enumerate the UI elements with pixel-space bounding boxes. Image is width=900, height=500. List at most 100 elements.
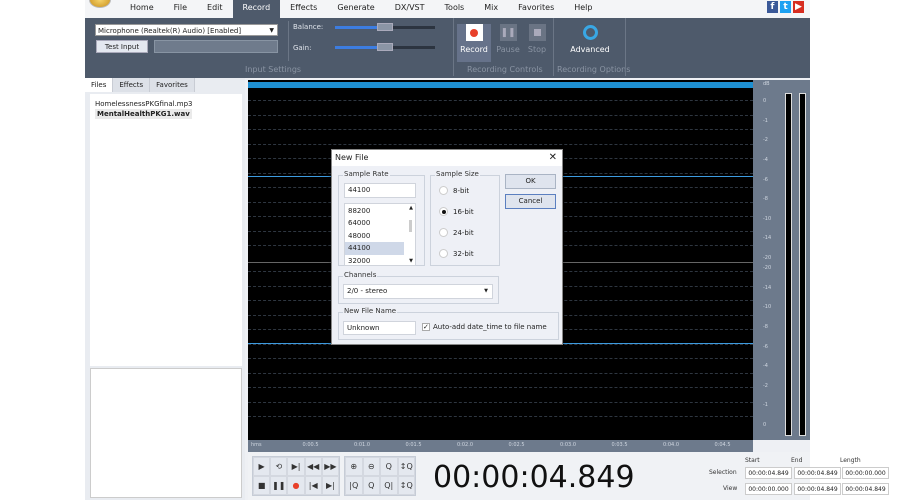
radio-24-bit[interactable]: 24-bit [439,228,474,237]
input-device-select[interactable]: Microphone (Realtek(R) Audio) [Enabled] ▼ [95,24,278,36]
zoom-selection-icon[interactable]: Q [380,457,398,476]
menu-generate[interactable]: Generate [327,0,384,18]
gain-slider[interactable] [335,43,435,51]
facebook-icon[interactable]: f [767,1,778,13]
close-icon[interactable]: ✕ [549,150,557,166]
stop-icon [528,24,546,41]
radio-circle[interactable] [439,186,448,195]
menu-mix[interactable]: Mix [474,0,508,18]
zoom-start-icon[interactable]: |Q [345,476,363,495]
advanced-button[interactable]: Advanced [565,24,615,62]
menu-dxvst[interactable]: DX/VST [385,0,435,18]
sample-rate-option[interactable]: 32000 [345,255,404,267]
radio-32-bit[interactable]: 32-bit [439,249,474,258]
test-input-button[interactable]: Test Input [96,40,148,53]
record-button[interactable]: Record [457,24,491,62]
scroll-up-icon[interactable]: ▲ [409,205,413,211]
zoom-in-icon[interactable]: ⊕ [345,457,363,476]
view-length-field[interactable]: 00:00:04.849 [842,483,889,495]
menu-edit[interactable]: Edit [197,0,233,18]
menu-tools[interactable]: Tools [435,0,475,18]
balance-slider[interactable] [335,23,435,31]
youtube-icon[interactable]: ▶ [793,1,804,13]
db-tick-label: -1 [763,117,768,124]
zoom-full-icon[interactable]: Q [362,476,380,495]
db-tick-label: -20 [763,265,772,271]
radio-8-bit[interactable]: 8-bit [439,186,469,195]
rewind-icon[interactable]: ◀◀ [304,457,322,476]
tab-files[interactable]: Files [85,78,114,92]
grid-line [248,114,753,116]
zoom-end-icon[interactable]: Q| [380,476,398,495]
scrollbar-thumb[interactable] [409,220,412,232]
grid-line [248,358,753,359]
loop-icon[interactable]: ⟲ [270,457,288,476]
divider [553,18,554,76]
file-item[interactable]: MentalHealthPKG1.wav [95,109,192,119]
gain-thumb[interactable] [377,43,393,51]
level-meter-right [799,93,806,436]
channels-select[interactable]: 2/0 - stereo ▼ [343,284,493,299]
menu-record[interactable]: Record [232,0,281,18]
stop-icon[interactable]: ■ [253,476,271,495]
divider [288,21,289,61]
sample-rate-option[interactable]: 88200 [345,205,404,217]
grid-line [248,372,753,374]
fast-forward-icon[interactable]: ▶▶ [321,457,339,476]
radio-16-bit[interactable]: 16-bit [439,207,474,216]
tab-favorites[interactable]: Favorites [150,78,195,92]
overview-scrollbar[interactable] [248,82,753,88]
sample-rate-list[interactable]: ▲ ▼ 88200 64000 48000 44100 32000 [344,203,416,266]
scroll-down-icon[interactable]: ▼ [409,258,413,264]
db-tick-label: -1 [763,402,768,409]
timeline-tick-label: 0:02.0 [457,442,473,448]
timeline-tick-label: 0:03.0 [560,442,576,448]
cancel-button[interactable]: Cancel [505,194,556,209]
menu-effects[interactable]: Effects [280,0,327,18]
skip-end-icon[interactable]: ▶| [321,476,339,495]
menu-favorites[interactable]: Favorites [508,0,564,18]
radio-label: 24-bit [453,228,474,237]
selection-length-field[interactable]: 00:00:00.000 [842,467,889,479]
file-name-group: New File Name Unknown ✓ Auto-add date_ti… [338,307,559,340]
divider [453,18,454,76]
radio-circle[interactable] [439,228,448,237]
selection-start-field[interactable]: 00:00:04.849 [745,467,792,479]
menu-home[interactable]: Home [120,0,164,18]
play-icon[interactable]: ▶ [253,457,271,476]
db-unit-label: dB [763,81,770,87]
menu-help[interactable]: Help [564,0,602,18]
file-item[interactable]: HomelessnessPKGfinal.mp3 [90,99,242,109]
sample-rate-option[interactable]: 44100 [345,242,404,255]
file-name-input[interactable]: Unknown [343,321,416,335]
zoom-vertical-out-icon[interactable]: ↕Q [397,476,415,495]
advanced-label: Advanced [570,45,610,54]
auto-add-checkbox[interactable]: ✓ [422,323,430,331]
radio-label: 8-bit [453,186,470,195]
ok-button[interactable]: OK [505,174,556,189]
radio-circle[interactable] [439,249,448,258]
sample-rate-option[interactable]: 64000 [345,217,404,229]
radio-label: 32-bit [453,249,474,258]
sample-rate-input[interactable]: 44100 [344,183,416,198]
sample-rate-option[interactable]: 48000 [345,230,404,242]
tab-effects[interactable]: Effects [113,78,151,92]
app-logo[interactable] [89,0,111,8]
selection-end-field[interactable]: 00:00:04.849 [794,467,841,479]
view-start-field[interactable]: 00:00:00.000 [745,483,792,495]
record-icon[interactable]: ● [287,476,305,495]
menu-file[interactable]: File [164,0,197,18]
play-to-end-icon[interactable]: ▶| [287,457,305,476]
timeline-tick-label: 0:01.5 [405,442,422,448]
view-end-field[interactable]: 00:00:04.849 [794,483,841,495]
skip-start-icon[interactable]: |◀ [304,476,322,495]
balance-thumb[interactable] [377,23,393,31]
timeline-ruler[interactable]: hms 0:00.5 0:01.0 0:01.5 0:02.0 0:02.5 0:03.0 0… [248,440,753,452]
radio-circle[interactable] [439,207,448,216]
pause-icon[interactable]: ❚❚ [270,476,288,495]
zoom-vertical-icon[interactable]: ↕Q [397,457,415,476]
stop-button[interactable]: Stop [520,24,554,62]
twitter-icon[interactable]: t [780,1,791,13]
channels-group: Channels 2/0 - stereo ▼ [338,271,499,304]
zoom-out-icon[interactable]: ⊖ [362,457,380,476]
